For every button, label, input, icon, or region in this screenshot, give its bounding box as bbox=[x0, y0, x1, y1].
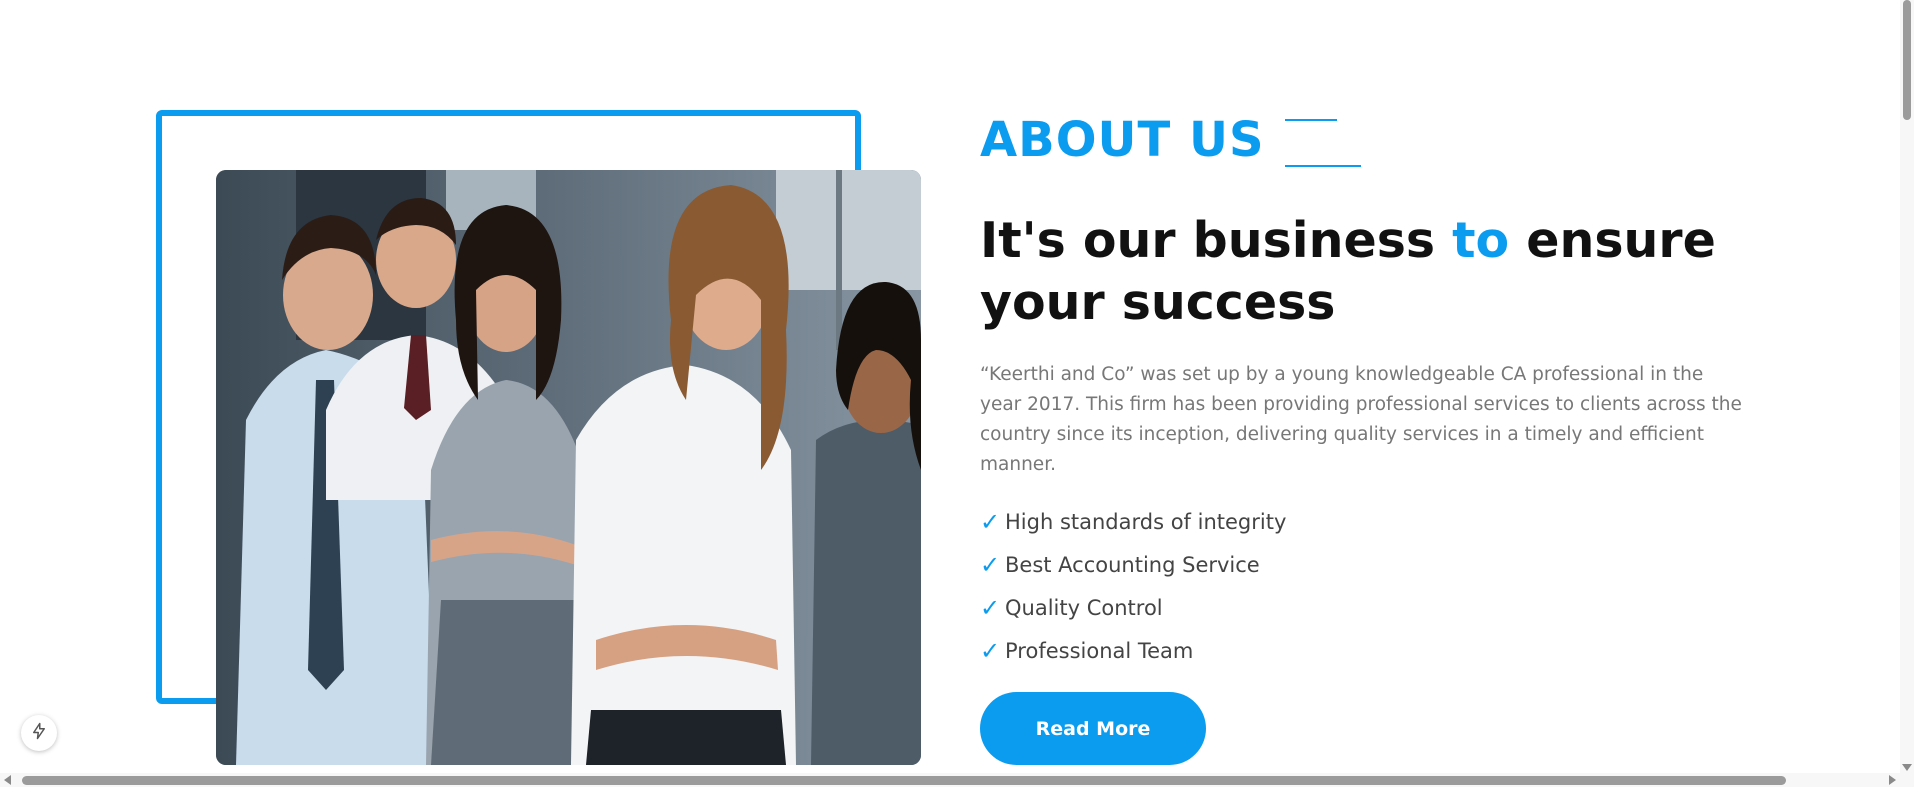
feature-label: Quality Control bbox=[1005, 595, 1163, 620]
scroll-down-arrow-icon[interactable] bbox=[1902, 764, 1912, 771]
floating-widget-button[interactable] bbox=[21, 715, 57, 751]
about-section: ABOUT US It's our business to ensure you… bbox=[0, 0, 1914, 787]
check-icon: ✓ bbox=[980, 593, 1001, 622]
about-description: “Keerthi and Co” was set up by a young k… bbox=[980, 364, 1742, 475]
check-icon: ✓ bbox=[980, 507, 1001, 536]
read-more-button[interactable]: Read More bbox=[980, 692, 1206, 765]
feature-item: ✓ Professional Team bbox=[980, 629, 1286, 672]
horizontal-scrollbar-thumb[interactable] bbox=[22, 776, 1786, 785]
feature-item: ✓ Quality Control bbox=[980, 586, 1286, 629]
about-eyebrow-title: ABOUT US bbox=[980, 112, 1265, 168]
about-heading: ABOUT US bbox=[980, 110, 1361, 170]
check-icon: ✓ bbox=[980, 550, 1001, 579]
decorative-line-top bbox=[1284, 119, 1337, 121]
scroll-left-arrow-icon[interactable] bbox=[4, 775, 11, 785]
decorative-line-bottom bbox=[1284, 165, 1361, 167]
team-photo bbox=[216, 170, 921, 765]
headline-part-1: It's our business bbox=[980, 212, 1453, 269]
check-icon: ✓ bbox=[980, 636, 1001, 665]
feature-label: High standards of integrity bbox=[1005, 509, 1287, 534]
feature-list: ✓ High standards of integrity ✓ Best Acc… bbox=[980, 500, 1286, 672]
headline-accent-word: to bbox=[1452, 212, 1510, 269]
section-headline: It's our business to ensure your success bbox=[980, 210, 1740, 334]
feature-item: ✓ High standards of integrity bbox=[980, 500, 1286, 543]
scroll-right-arrow-icon[interactable] bbox=[1889, 775, 1896, 785]
lightning-bolt-icon bbox=[30, 722, 48, 744]
horizontal-scrollbar[interactable] bbox=[0, 773, 1914, 787]
feature-item: ✓ Best Accounting Service bbox=[980, 543, 1286, 586]
vertical-scrollbar-thumb[interactable] bbox=[1903, 0, 1911, 120]
feature-label: Best Accounting Service bbox=[1005, 552, 1260, 577]
vertical-scrollbar[interactable] bbox=[1900, 0, 1914, 773]
feature-label: Professional Team bbox=[1005, 638, 1194, 663]
decorative-lines bbox=[1284, 115, 1361, 167]
